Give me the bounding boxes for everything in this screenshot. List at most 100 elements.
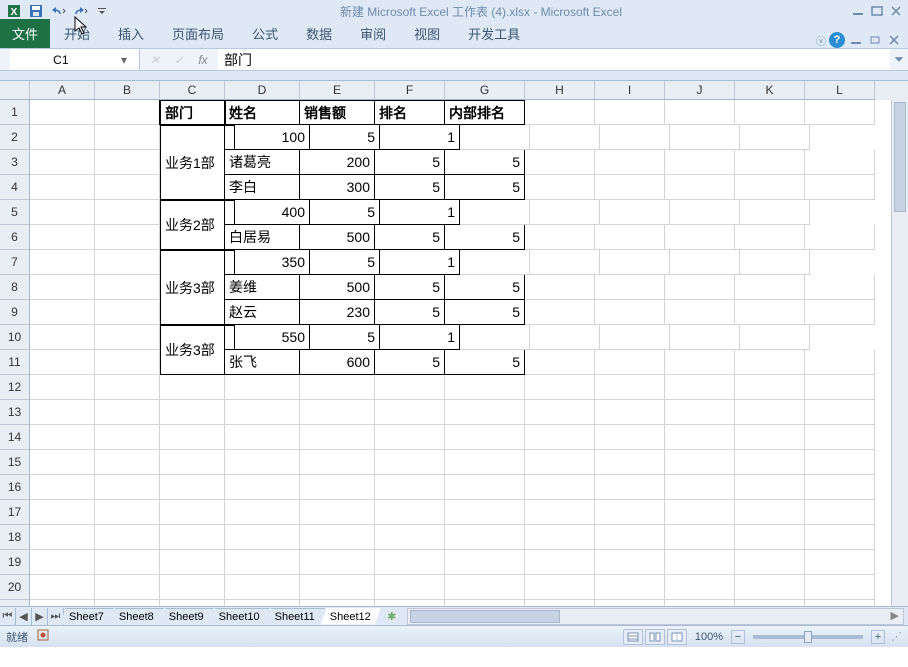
- cell-B1[interactable]: [95, 100, 160, 125]
- cell-C10[interactable]: 业务3部: [160, 325, 225, 375]
- cell-I13[interactable]: [595, 400, 665, 425]
- cell-I17[interactable]: [595, 500, 665, 525]
- row-header-10[interactable]: 10: [0, 325, 30, 350]
- cell-J1[interactable]: [665, 100, 735, 125]
- cell-I20[interactable]: [595, 575, 665, 600]
- name-box[interactable]: C1 ▾: [10, 49, 140, 70]
- cell-D17[interactable]: [225, 500, 300, 525]
- ribbon-close-icon[interactable]: [886, 33, 902, 47]
- tab-页面布局[interactable]: 页面布局: [158, 19, 238, 48]
- cell-I3[interactable]: [595, 150, 665, 175]
- cell-B13[interactable]: [95, 400, 160, 425]
- qat-customize-icon[interactable]: [92, 2, 112, 20]
- cell-J6[interactable]: [665, 225, 735, 250]
- cell-E3[interactable]: 200: [300, 150, 375, 175]
- cell-L5[interactable]: [740, 200, 810, 225]
- cell-D13[interactable]: [225, 400, 300, 425]
- cell-I2[interactable]: [530, 125, 600, 150]
- cell-G1[interactable]: 内部排名: [445, 100, 525, 125]
- cell-F7[interactable]: 5: [310, 250, 380, 275]
- cell-J7[interactable]: [600, 250, 670, 275]
- cell-E7[interactable]: 350: [235, 250, 310, 275]
- cell-B15[interactable]: [95, 450, 160, 475]
- cell-G5[interactable]: 1: [380, 200, 460, 225]
- cell-F16[interactable]: [375, 475, 445, 500]
- cancel-fx-icon[interactable]: ✕: [146, 53, 164, 67]
- cell-E5[interactable]: 400: [235, 200, 310, 225]
- cell-H10[interactable]: [460, 325, 530, 350]
- zoom-slider[interactable]: [753, 635, 863, 639]
- tab-数据[interactable]: 数据: [292, 19, 346, 48]
- cell-J17[interactable]: [665, 500, 735, 525]
- cell-K9[interactable]: [735, 300, 805, 325]
- tab-公式[interactable]: 公式: [238, 19, 292, 48]
- sheet-nav-prev-icon[interactable]: ◀: [16, 608, 32, 625]
- cell-A14[interactable]: [30, 425, 95, 450]
- cell-B16[interactable]: [95, 475, 160, 500]
- resize-grip-icon[interactable]: ⋰: [891, 630, 902, 643]
- name-box-dropdown-icon[interactable]: ▾: [75, 53, 134, 67]
- cell-A7[interactable]: [30, 250, 95, 275]
- cell-D12[interactable]: [225, 375, 300, 400]
- cell-L18[interactable]: [805, 525, 875, 550]
- cell-H17[interactable]: [525, 500, 595, 525]
- cell-D20[interactable]: [225, 575, 300, 600]
- zoom-out-icon[interactable]: −: [731, 630, 745, 644]
- cell-J4[interactable]: [665, 175, 735, 200]
- cell-H13[interactable]: [525, 400, 595, 425]
- col-header-F[interactable]: F: [375, 81, 445, 100]
- cell-F14[interactable]: [375, 425, 445, 450]
- cell-K6[interactable]: [735, 225, 805, 250]
- cell-C14[interactable]: [160, 425, 225, 450]
- cell-J21[interactable]: [665, 600, 735, 606]
- view-layout-icon[interactable]: [645, 629, 665, 645]
- undo-icon[interactable]: [48, 2, 68, 20]
- row-header-19[interactable]: 19: [0, 550, 30, 575]
- sheet-tab-Sheet9[interactable]: Sheet9: [160, 608, 214, 625]
- cell-L3[interactable]: [805, 150, 875, 175]
- cell-A6[interactable]: [30, 225, 95, 250]
- cell-L14[interactable]: [805, 425, 875, 450]
- cell-I19[interactable]: [595, 550, 665, 575]
- cell-H12[interactable]: [525, 375, 595, 400]
- formula-input[interactable]: [218, 49, 890, 70]
- cell-K20[interactable]: [735, 575, 805, 600]
- cell-E11[interactable]: 600: [300, 350, 375, 375]
- cell-E18[interactable]: [300, 525, 375, 550]
- cell-K12[interactable]: [735, 375, 805, 400]
- cell-F8[interactable]: 5: [375, 275, 445, 300]
- cell-A15[interactable]: [30, 450, 95, 475]
- row-header-21[interactable]: 21: [0, 600, 30, 606]
- cell-L6[interactable]: [805, 225, 875, 250]
- cell-I7[interactable]: [530, 250, 600, 275]
- tab-开发工具[interactable]: 开发工具: [454, 19, 534, 48]
- cell-K3[interactable]: [735, 150, 805, 175]
- cell-A4[interactable]: [30, 175, 95, 200]
- cell-F15[interactable]: [375, 450, 445, 475]
- cell-D1[interactable]: 姓名: [225, 100, 300, 125]
- col-header-G[interactable]: G: [445, 81, 525, 100]
- cell-L1[interactable]: [805, 100, 875, 125]
- cell-L8[interactable]: [805, 275, 875, 300]
- cell-E1[interactable]: 销售额: [300, 100, 375, 125]
- cell-G2[interactable]: 1: [380, 125, 460, 150]
- cell-H18[interactable]: [525, 525, 595, 550]
- cell-B2[interactable]: [95, 125, 160, 150]
- tab-审阅[interactable]: 审阅: [346, 19, 400, 48]
- cell-G17[interactable]: [445, 500, 525, 525]
- excel-icon[interactable]: X: [4, 2, 24, 20]
- formula-expand-icon[interactable]: ⏷: [890, 52, 908, 67]
- cell-D18[interactable]: [225, 525, 300, 550]
- cell-L2[interactable]: [740, 125, 810, 150]
- cell-F3[interactable]: 5: [375, 150, 445, 175]
- sheet-tab-Sheet10[interactable]: Sheet10: [210, 608, 270, 625]
- row-header-14[interactable]: 14: [0, 425, 30, 450]
- cell-D19[interactable]: [225, 550, 300, 575]
- cell-F10[interactable]: 5: [310, 325, 380, 350]
- cell-J19[interactable]: [665, 550, 735, 575]
- cell-J13[interactable]: [665, 400, 735, 425]
- cell-G6[interactable]: 5: [445, 225, 525, 250]
- cell-J18[interactable]: [665, 525, 735, 550]
- cell-E15[interactable]: [300, 450, 375, 475]
- horizontal-scroll-thumb[interactable]: [410, 610, 560, 623]
